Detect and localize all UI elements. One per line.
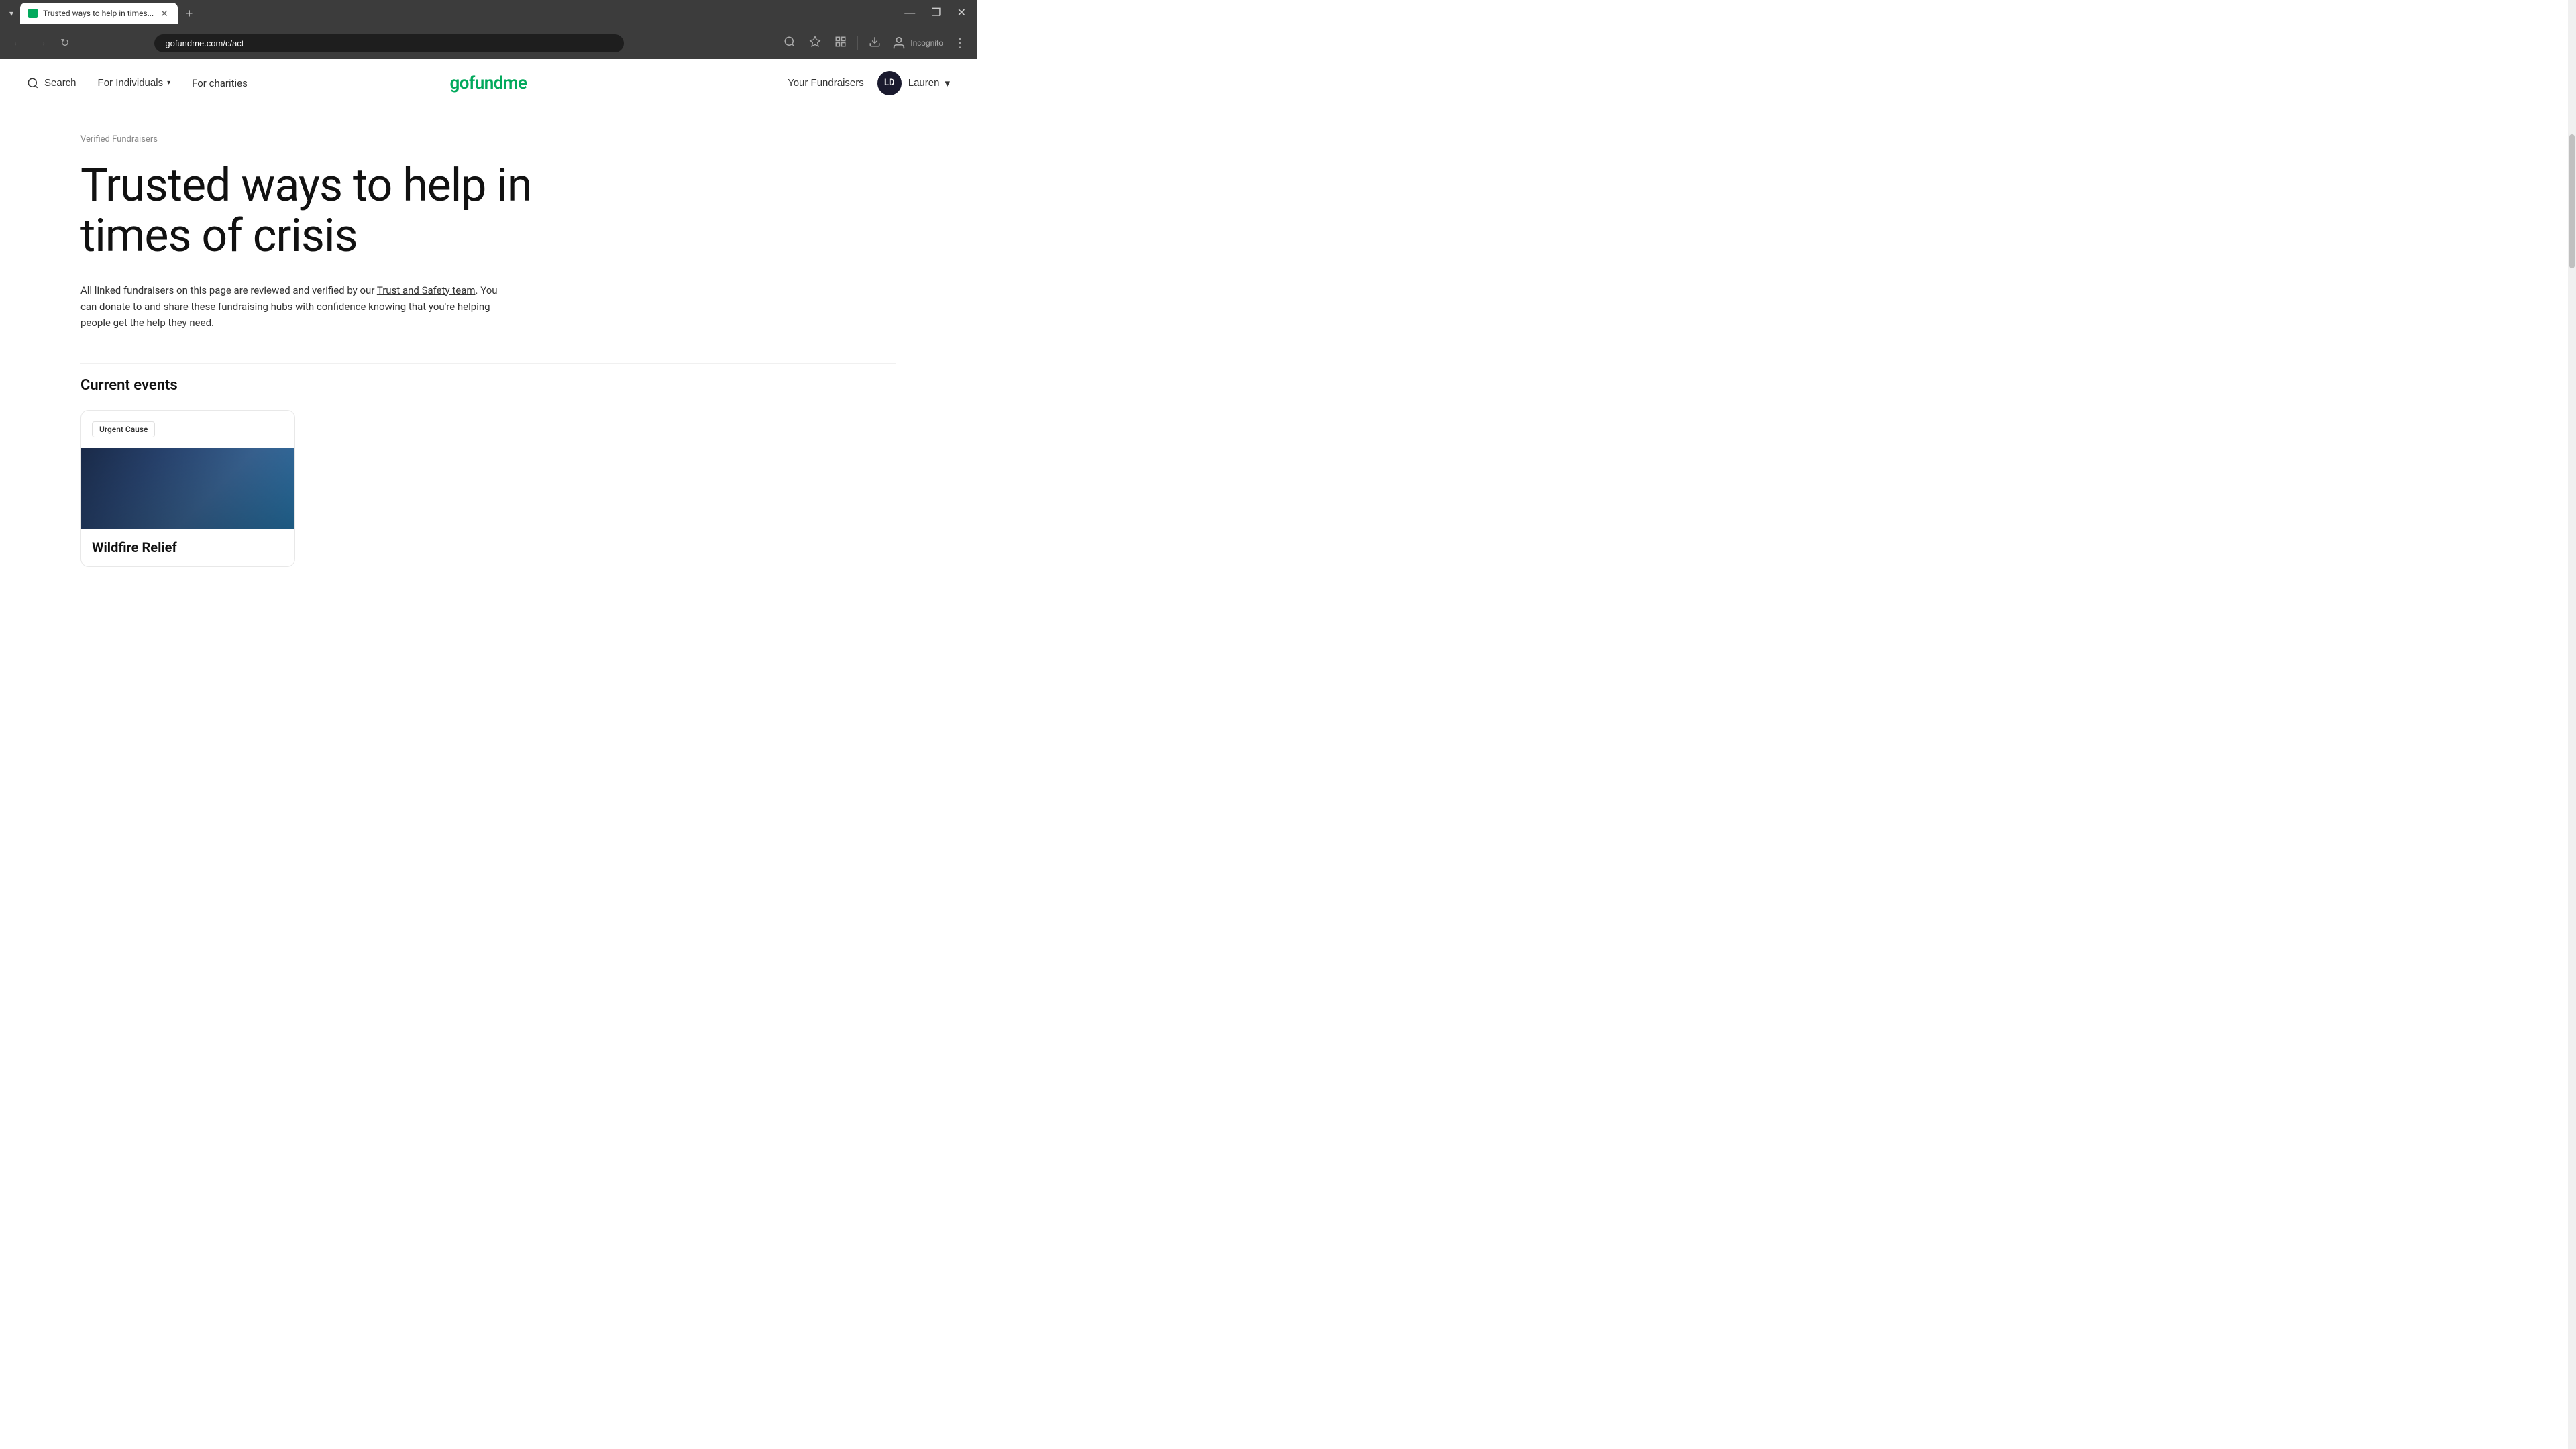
nav-right: Your Fundraisers LD Lauren ▾	[788, 71, 950, 95]
breadcrumb: Verified Fundraisers	[80, 134, 896, 144]
hero-description: All linked fundraisers on this page are …	[80, 282, 510, 331]
maximize-button[interactable]: ❐	[926, 5, 946, 21]
search-nav-button[interactable]: Search	[27, 72, 76, 95]
address-bar-row: ← → ↻	[0, 27, 977, 59]
for-individuals-button[interactable]: For Individuals ▾	[98, 72, 171, 94]
separator	[80, 363, 896, 364]
logo-text: gofundme	[450, 73, 527, 93]
user-avatar[interactable]: LD	[877, 71, 902, 95]
page-content: Search For Individuals ▾ For charities g…	[0, 59, 977, 607]
scrollbar-thumb[interactable]	[2569, 134, 2575, 268]
event-card-image	[81, 448, 294, 529]
title-bar: ▾ Trusted ways to help in times... ✕ + —…	[0, 0, 977, 27]
window-controls: — ❐ ✕	[899, 5, 971, 21]
tab-close-button[interactable]: ✕	[159, 9, 170, 18]
tab-favicon	[28, 9, 38, 18]
browser-chrome: ▾ Trusted ways to help in times... ✕ + —…	[0, 0, 977, 59]
forward-button[interactable]: →	[32, 34, 51, 52]
event-card: Urgent Cause Wildfire Relief	[80, 410, 295, 567]
events-grid: Urgent Cause Wildfire Relief	[80, 410, 896, 567]
bookmark-button[interactable]	[806, 33, 824, 54]
new-tab-button[interactable]: +	[180, 4, 199, 23]
download-icon	[869, 36, 881, 48]
current-events-title: Current events	[80, 377, 896, 394]
search-icon	[784, 36, 796, 48]
star-icon	[809, 36, 821, 48]
chevron-down-icon: ▾	[167, 79, 170, 87]
active-tab[interactable]: Trusted ways to help in times... ✕	[20, 3, 178, 24]
page-search-button[interactable]	[781, 33, 798, 54]
tab-title: Trusted ways to help in times...	[43, 9, 154, 18]
browser-actions: Incognito ⋮	[781, 33, 969, 54]
address-input[interactable]	[154, 34, 624, 52]
search-nav-label: Search	[44, 77, 76, 89]
search-icon	[27, 77, 39, 89]
download-button[interactable]	[866, 33, 883, 54]
incognito-button[interactable]: Incognito	[892, 36, 943, 50]
hero-title: Trusted ways to help in times of crisis	[80, 160, 590, 261]
close-button[interactable]: ✕	[952, 5, 971, 21]
user-name: Lauren	[908, 77, 940, 89]
main-content: Verified Fundraisers Trusted ways to hel…	[0, 107, 977, 607]
for-charities-link[interactable]: For charities	[192, 77, 248, 89]
event-card-badge: Urgent Cause	[92, 421, 155, 437]
logo-link[interactable]: gofundme	[450, 78, 527, 91]
incognito-label: Incognito	[910, 38, 943, 48]
your-fundraisers-button[interactable]: Your Fundraisers	[788, 77, 864, 89]
site-nav: Search For Individuals ▾ For charities g…	[0, 59, 977, 107]
user-menu-button[interactable]: Lauren ▾	[908, 77, 950, 89]
user-chevron-icon: ▾	[945, 77, 950, 89]
back-button[interactable]: ←	[8, 34, 27, 52]
image-overlay	[81, 448, 294, 529]
minimize-button[interactable]: —	[899, 5, 920, 21]
tab-dropdown-button[interactable]: ▾	[5, 6, 17, 21]
event-card-content: Wildfire Relief	[81, 529, 294, 566]
trust-safety-link[interactable]: Trust and Safety team	[377, 284, 476, 297]
nav-left: Search For Individuals ▾ For charities	[27, 72, 248, 95]
for-individuals-label: For Individuals	[98, 77, 164, 89]
tab-group: ▾ Trusted ways to help in times... ✕ +	[5, 3, 894, 24]
extensions-button[interactable]	[832, 33, 849, 54]
event-card-title: Wildfire Relief	[92, 539, 284, 555]
incognito-icon	[892, 36, 906, 50]
refresh-button[interactable]: ↻	[56, 34, 73, 52]
extensions-icon	[835, 36, 847, 48]
hero-description-text-1: All linked fundraisers on this page are …	[80, 284, 377, 297]
scrollbar[interactable]	[2568, 0, 2576, 1449]
menu-button[interactable]: ⋮	[951, 34, 969, 53]
logo-center: gofundme	[450, 73, 527, 93]
